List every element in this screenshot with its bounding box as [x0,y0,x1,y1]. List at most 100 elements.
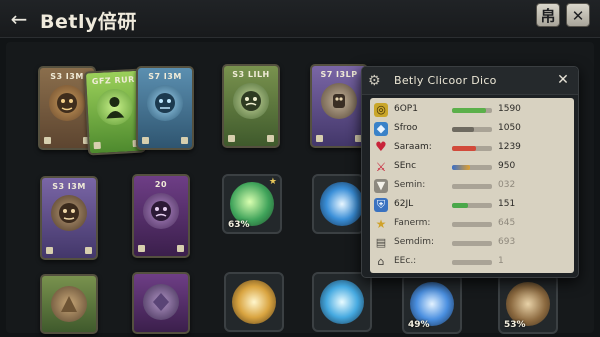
card-corner [93,141,101,150]
popup-close-button[interactable]: ✕ [554,71,572,89]
stat-bar-fill [452,108,486,113]
stat-value: 645 [498,218,516,228]
stat-label: Fanerm: [394,218,431,228]
gear-icon: ⚙ [368,73,381,89]
stat-label: Semdim: [394,237,435,247]
stat-value: 950 [498,161,516,171]
card-corner [267,135,274,142]
chair-icon: ⌂ [377,255,385,268]
card-corner [46,247,53,254]
stat-value: 693 [498,237,516,247]
stat-value: 032 [498,180,516,190]
tooth-icon: ▼ [374,179,388,193]
stat-label: Sfroo [394,123,418,133]
stat-bar-fill [452,165,470,170]
stat-label: SEnc [394,161,417,171]
card-crystal-violet[interactable] [132,272,190,334]
gold-burst-icon [232,280,276,324]
blue-burst-icon [320,182,362,226]
stat-value: 1239 [498,142,521,152]
stat-bar [452,127,492,132]
stat-label: 6OP1 [394,104,418,114]
creature-art-icon [147,85,183,121]
card-label: GFZ RUR [91,74,136,87]
top-bar: ← Betly倍研 帛 ✕ [0,0,600,38]
sword-icon: ⚔ [375,160,387,174]
diamond-icon: ◆ [374,122,388,136]
stat-bar [452,165,492,170]
stat-bar [452,184,492,189]
card-corner [138,245,145,252]
card-corner [316,135,323,142]
star-icon: ★ [268,177,277,187]
card-corner [181,137,188,144]
page-title: Betly倍研 [40,11,137,33]
shield-icon: ⛨ [374,198,388,212]
skill-tile-cyan[interactable] [312,272,372,332]
stat-bar [452,108,492,113]
stat-label: Semin: [394,180,426,190]
card-label: S3 LILH [232,70,270,79]
stat-bar-fill [452,203,468,208]
rock-art-icon [51,286,87,322]
card-creature-lilac[interactable]: S3 I3M [40,176,98,260]
progress-percent: 63% [228,220,250,230]
card-creature-olive[interactable]: S3 LILH [222,64,280,148]
creature-art-icon [49,85,85,121]
card-label: S7 I3M [148,72,182,81]
stat-label: Saraam: [394,142,432,152]
crystal-art-icon [143,284,179,320]
stat-label: EEc.: [394,256,417,266]
card-corner [44,137,51,144]
close-button[interactable]: ✕ [566,3,590,27]
stats-popup: ⚙ Betly Clicoor Dico ✕ ◎ 6OP1 1590 ◆ Sfr… [361,66,579,278]
card-corner [142,137,149,144]
card-rock-olive[interactable] [40,274,98,334]
stat-row: ◆ Sfroo 1050 [370,121,574,139]
popup-header: ⚙ Betly Clicoor Dico ✕ [362,67,578,95]
card-creature-blue[interactable]: S7 I3M [136,66,194,150]
popup-title: Betly Clicoor Dico [394,74,497,87]
stat-bar [452,222,492,227]
skill-tile-stone[interactable]: 53% [498,274,558,334]
stat-row: ▼ Semin: 032 [370,178,574,196]
creature-art-icon [233,83,269,119]
coin-icon: ◎ [374,103,388,117]
stat-bar [452,203,492,208]
silhouette-art-icon [95,88,134,126]
stat-bar-fill [452,146,476,151]
stat-row: ⌂ EEc.: 1 [370,254,574,272]
heart-icon: ♥ [375,140,387,155]
card-creature-purple[interactable]: S7 I3LP [310,64,368,148]
stat-value: 1 [498,256,504,266]
back-arrow-icon[interactable]: ← [8,9,30,29]
creature-art-icon [321,83,357,119]
stats-list: ◎ 6OP1 1590 ◆ Sfroo 1050 ♥ Saraam: 1239 … [370,98,574,273]
card-label: S3 I3M [52,182,86,191]
stat-bar [452,260,492,265]
stat-row: ⛨ 62JL 151 [370,197,574,215]
skill-tile-blue-2[interactable]: 49% [402,274,462,334]
stat-row: ⚔ SEnc 950 [370,159,574,177]
star-icon: ★ [375,217,387,231]
card-corner [228,135,235,142]
card-label: S7 I3LP [320,70,358,79]
progress-percent: 49% [408,320,430,330]
skill-tile-blue[interactable] [312,174,364,234]
creature-art-icon [51,195,87,231]
stat-value: 151 [498,199,516,209]
stat-value: 1050 [498,123,521,133]
card-corner [85,247,92,254]
lock-button[interactable]: 帛 [536,3,560,27]
book-icon: ▤ [375,236,387,249]
skill-tile-gold[interactable] [224,272,284,332]
stat-row: ★ Fanerm: 645 [370,216,574,234]
card-label: 20 [154,180,168,189]
card-creature-violet[interactable]: 20 [132,174,190,258]
skill-tile-green[interactable]: ★ 63% [222,174,282,234]
cyan-burst-icon [320,280,364,324]
stat-value: 1590 [498,104,521,114]
stat-bar-fill [452,127,474,132]
stat-row: ▤ Semdim: 693 [370,235,574,253]
stat-label: 62JL [394,199,414,209]
